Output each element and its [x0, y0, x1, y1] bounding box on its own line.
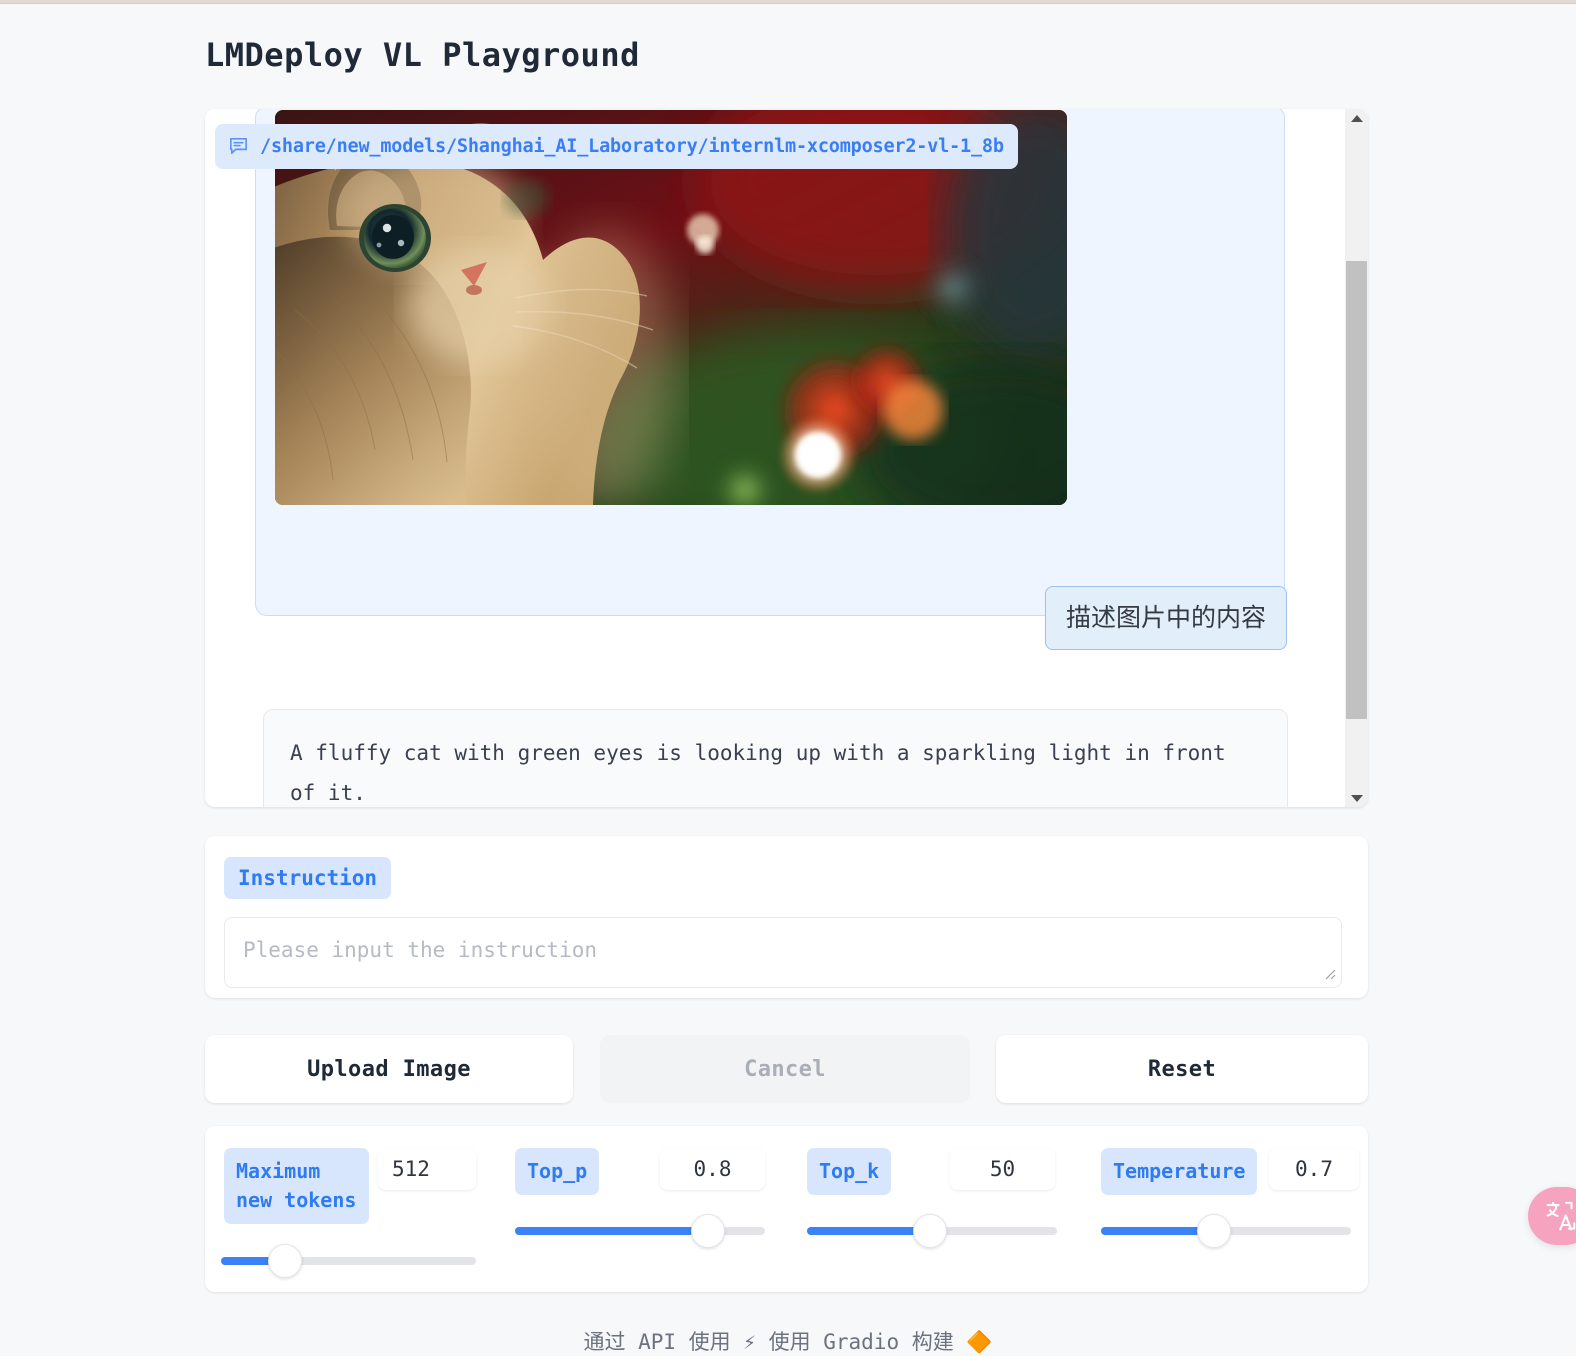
instruction-panel: Instruction Please input the instruction — [205, 836, 1368, 998]
param-value-top-p: 0.8 — [660, 1148, 765, 1190]
param-label-max-new-tokens: Maximum new tokens — [224, 1148, 369, 1224]
param-slider-top-p[interactable] — [515, 1214, 765, 1248]
resize-handle-icon[interactable] — [1322, 966, 1336, 984]
chat-scrollbar[interactable] — [1345, 109, 1368, 807]
param-max-new-tokens: Maximum new tokens 512 — [205, 1126, 505, 1292]
param-temperature: Temperature 0.7 — [1092, 1126, 1362, 1292]
param-value-temperature: 0.7 — [1269, 1148, 1359, 1190]
chevron-down-icon — [1350, 794, 1363, 802]
model-path-chip: /share/new_models/Shanghai_AI_Laboratory… — [215, 124, 1018, 169]
cancel-button[interactable]: Cancel — [600, 1035, 970, 1103]
chatbot-panel: /share/new_models/Shanghai_AI_Laboratory… — [205, 109, 1368, 807]
slider-knob-max-new-tokens — [267, 1244, 302, 1278]
param-label-temperature: Temperature — [1101, 1148, 1258, 1195]
model-path-text: /share/new_models/Shanghai_AI_Laboratory… — [260, 136, 1004, 157]
scrollbar-up-button[interactable] — [1345, 109, 1368, 127]
param-value-text-max-new-tokens: 512 — [392, 1157, 430, 1181]
param-slider-top-k[interactable] — [807, 1214, 1057, 1248]
param-value-text-temperature: 0.7 — [1295, 1157, 1333, 1181]
translate-icon — [1544, 1199, 1576, 1233]
param-top-p: Top_p 0.8 — [505, 1126, 765, 1292]
scrollbar-down-button[interactable] — [1345, 789, 1368, 807]
upload-image-button[interactable]: Upload Image — [205, 1035, 573, 1103]
slider-fill-top-k — [807, 1227, 930, 1235]
param-top-k: Top_k 50 — [797, 1126, 1057, 1292]
chat-message-image — [255, 109, 1285, 616]
slider-knob-temperature — [1196, 1214, 1231, 1248]
param-label-top-p: Top_p — [515, 1148, 600, 1195]
translate-button[interactable] — [1528, 1187, 1576, 1245]
param-value-top-k: 50 — [950, 1148, 1055, 1190]
param-slider-temperature[interactable] — [1101, 1214, 1351, 1248]
page-title: LMDeploy VL Playground — [205, 36, 640, 74]
param-slider-max-new-tokens[interactable] — [221, 1244, 476, 1278]
footer-text: 通过 API 使用 ⚡ 使用 Gradio 构建 🔶 — [583, 1330, 993, 1354]
param-value-max-new-tokens: 512 — [378, 1148, 476, 1190]
instruction-label: Instruction — [224, 857, 392, 899]
footer-credit: 通过 API 使用 ⚡ 使用 Gradio 构建 🔶 — [0, 1326, 1576, 1356]
cat-photo-svg — [275, 110, 1067, 505]
instruction-placeholder: Please input the instruction — [243, 938, 598, 962]
param-label-top-k: Top_k — [807, 1148, 892, 1195]
chat-message-bot: A fluffy cat with green eyes is looking … — [263, 709, 1288, 807]
chevron-up-icon — [1350, 114, 1363, 122]
param-value-text-top-p: 0.8 — [693, 1157, 732, 1181]
chat-scroll-area[interactable]: /share/new_models/Shanghai_AI_Laboratory… — [205, 109, 1345, 807]
slider-knob-top-p — [690, 1214, 725, 1248]
instruction-input[interactable]: Please input the instruction — [224, 917, 1342, 988]
generation-params-panel: Maximum new tokens 512 Top_p 0.8 Top_k 5… — [205, 1126, 1368, 1292]
uploaded-cat-image — [275, 110, 1067, 505]
param-value-text-top-k: 50 — [989, 1157, 1016, 1181]
chat-bubble-icon — [227, 135, 250, 158]
reset-button[interactable]: Reset — [996, 1035, 1368, 1103]
slider-knob-top-k — [912, 1214, 947, 1248]
slider-fill-top-p — [515, 1227, 708, 1235]
chat-message-user: 描述图片中的内容 — [1044, 586, 1287, 650]
playground-page: LMDeploy VL Playground /share/new_models… — [0, 4, 1576, 1354]
scrollbar-thumb[interactable] — [1346, 261, 1367, 719]
